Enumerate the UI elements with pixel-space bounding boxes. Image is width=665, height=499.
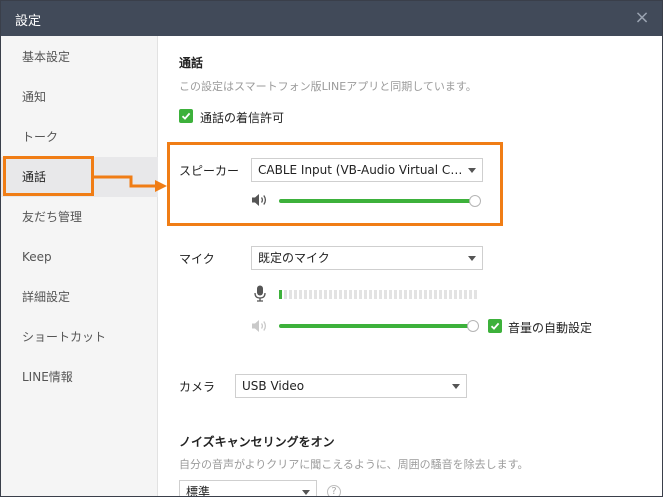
mic-level-segment	[349, 290, 352, 299]
annotation-arrow	[91, 175, 167, 192]
mic-level-segment	[294, 290, 297, 299]
mic-level-segment	[424, 290, 427, 299]
chevron-down-icon	[452, 384, 460, 389]
mic-level-segment	[359, 290, 362, 299]
auto-volume-checkbox[interactable]	[488, 319, 502, 333]
mic-level-segment	[464, 290, 467, 299]
title-bar: 設定 ×	[1, 1, 662, 36]
sidebar-item-basic[interactable]: 基本設定	[1, 37, 158, 77]
settings-sidebar: 基本設定 通知 トーク 通話 友だち管理 Keep 詳細設定 ショートカット L…	[1, 36, 158, 496]
mic-level-segment	[419, 290, 422, 299]
mic-volume-fill	[279, 324, 474, 328]
mic-level-segment	[279, 290, 282, 299]
settings-window: 設定 × 基本設定 通知 トーク 通話 友だち管理 Keep 詳細設定 ショート…	[0, 0, 663, 497]
call-description: この設定はスマートフォン版LINEアプリと同期しています。	[179, 80, 477, 93]
highlight-box-speaker	[167, 142, 503, 226]
camera-select[interactable]: USB Video	[235, 374, 467, 398]
mic-level-segment	[404, 290, 407, 299]
mic-level-segment	[389, 290, 392, 299]
mic-label: マイク	[179, 252, 215, 266]
sidebar-item-advanced[interactable]: 詳細設定	[1, 277, 158, 317]
help-icon[interactable]: ?	[327, 485, 341, 496]
mic-level-segment	[364, 290, 367, 299]
mic-level-segment	[369, 290, 372, 299]
camera-label: カメラ	[179, 380, 216, 394]
mic-level-segment	[379, 290, 382, 299]
window-title: 設定	[15, 14, 42, 29]
mic-level-segment	[449, 290, 452, 299]
mic-level-segment	[324, 290, 327, 299]
mic-level-segment	[339, 290, 342, 299]
mic-level-segment	[284, 290, 287, 299]
mic-level-segment	[399, 290, 402, 299]
sidebar-item-line-info[interactable]: LINE情報	[1, 357, 158, 397]
auto-volume-label: 音量の自動設定	[508, 321, 593, 335]
mic-level-segment	[299, 290, 302, 299]
mic-level-segment	[394, 290, 397, 299]
mic-level-segment	[439, 290, 442, 299]
call-heading: 通話	[179, 56, 204, 70]
noise-selected-value: 標準	[186, 485, 211, 497]
microphone-icon	[254, 285, 266, 302]
sidebar-item-chats[interactable]: トーク	[1, 117, 158, 157]
mic-level-segment	[344, 290, 347, 299]
mic-level-segment	[409, 290, 412, 299]
sidebar-item-shortcuts[interactable]: ショートカット	[1, 317, 158, 357]
mic-level-segment	[434, 290, 437, 299]
mic-level-meter	[279, 290, 479, 299]
call-settings-panel: 通話 この設定はスマートフォン版LINEアプリと同期しています。 通話の着信許可…	[159, 36, 662, 497]
sidebar-item-notifications[interactable]: 通知	[1, 77, 158, 117]
mic-volume-slider[interactable]	[467, 320, 479, 332]
mic-level-segment	[454, 290, 457, 299]
mic-level-segment	[309, 290, 312, 299]
checkmark-icon	[490, 322, 500, 330]
mic-level-segment	[314, 290, 317, 299]
allow-incoming-label: 通話の着信許可	[200, 111, 285, 125]
close-icon[interactable]: ×	[630, 6, 654, 30]
mic-level-segment	[374, 290, 377, 299]
mic-level-segment	[384, 290, 387, 299]
noise-select[interactable]: 標準	[179, 480, 317, 497]
chevron-down-icon	[468, 256, 476, 261]
chevron-down-icon	[302, 490, 310, 495]
mic-level-segment	[444, 290, 447, 299]
mic-level-segment	[334, 290, 337, 299]
noise-description: 自分の音声がよりクリアに聞こえるように、周囲の騒音を除去します。	[179, 458, 529, 471]
mic-level-segment	[319, 290, 322, 299]
mic-level-segment	[289, 290, 292, 299]
mic-selected-value: 既定のマイク	[258, 251, 330, 265]
mic-level-segment	[329, 290, 332, 299]
mic-level-segment	[469, 290, 472, 299]
mic-level-segment	[474, 290, 477, 299]
mic-level-segment	[354, 290, 357, 299]
noise-heading: ノイズキャンセリングをオン	[179, 435, 335, 449]
camera-selected-value: USB Video	[242, 379, 305, 393]
mic-volume-icon	[252, 320, 267, 332]
mic-level-segment	[304, 290, 307, 299]
sidebar-item-friends[interactable]: 友だち管理	[1, 197, 158, 237]
sidebar-item-keep[interactable]: Keep	[1, 237, 158, 277]
allow-incoming-checkbox[interactable]	[179, 109, 193, 123]
mic-level-segment	[459, 290, 462, 299]
mic-level-segment	[414, 290, 417, 299]
mic-level-segment	[429, 290, 432, 299]
checkmark-icon	[181, 112, 191, 120]
mic-select[interactable]: 既定のマイク	[251, 246, 483, 270]
highlight-box-calls	[3, 156, 94, 196]
